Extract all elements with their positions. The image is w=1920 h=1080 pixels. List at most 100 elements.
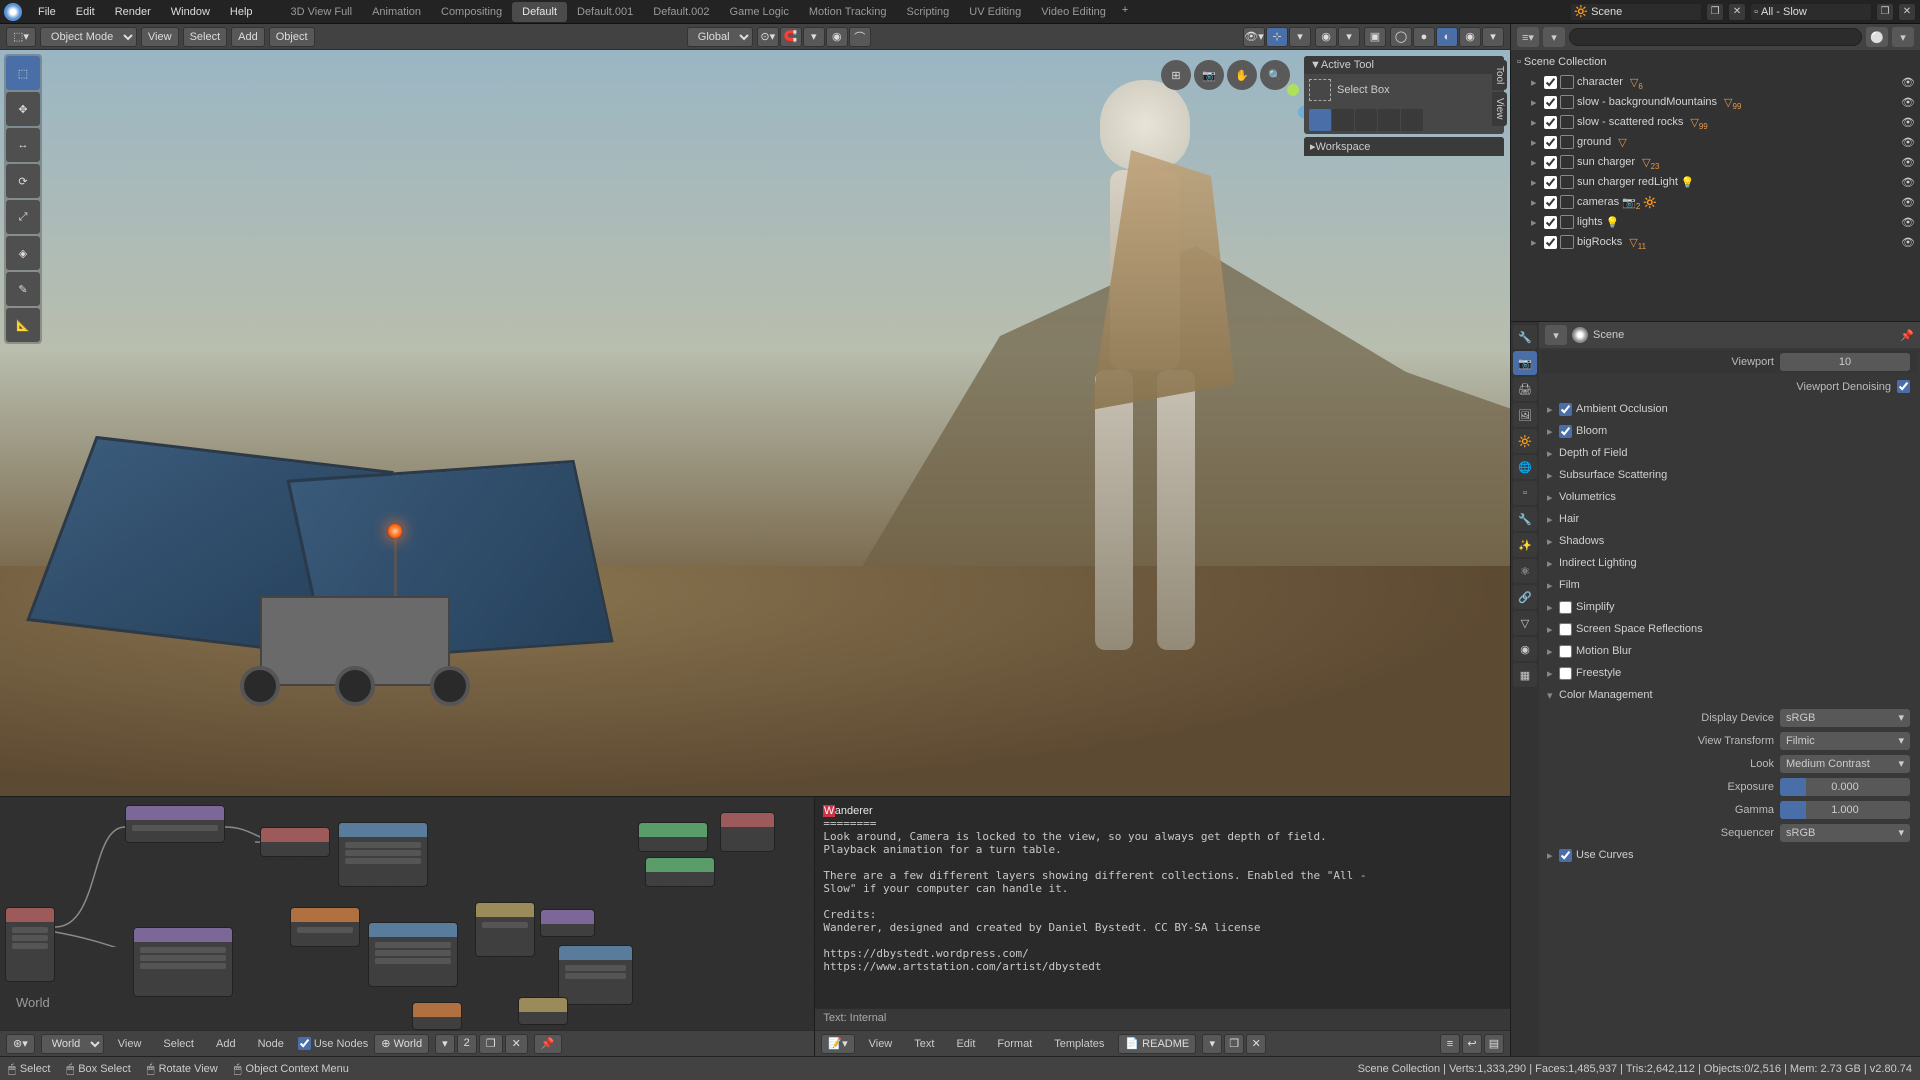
- te-menu-view[interactable]: View: [861, 1035, 901, 1053]
- panel-caret[interactable]: ▸: [1547, 645, 1559, 658]
- prop-tab-render[interactable]: 📷: [1513, 351, 1537, 375]
- workspace-tab[interactable]: UV Editing: [959, 2, 1031, 22]
- tool-scale[interactable]: ⤢: [6, 200, 40, 234]
- collection-enable-checkbox[interactable]: [1544, 236, 1557, 249]
- te-menu-edit[interactable]: Edit: [948, 1035, 983, 1053]
- filter-options-button[interactable]: ▾: [1892, 27, 1914, 47]
- panel-caret[interactable]: ▸: [1547, 623, 1559, 636]
- outliner-collection-row[interactable]: ▸bigRocks▽11👁: [1515, 232, 1916, 252]
- display-mode-button[interactable]: ▾: [1543, 27, 1565, 47]
- te-menu-text[interactable]: Text: [906, 1035, 942, 1053]
- node-editor-canvas[interactable]: World: [0, 797, 814, 1030]
- panel-enable-checkbox[interactable]: [1559, 425, 1572, 438]
- outliner-search-input[interactable]: [1569, 28, 1862, 46]
- gizmo-toggle-button[interactable]: ⊹: [1266, 27, 1288, 47]
- expand-arrow[interactable]: ▸: [1531, 196, 1541, 209]
- select-mode-intersect[interactable]: [1401, 109, 1423, 131]
- n-tab-view[interactable]: View: [1492, 92, 1507, 126]
- word-wrap-button[interactable]: ↩: [1462, 1034, 1482, 1054]
- visibility-toggle[interactable]: 👁: [1900, 196, 1916, 209]
- workspace-tab[interactable]: Compositing: [431, 2, 512, 22]
- tool-cursor[interactable]: ✥: [6, 92, 40, 126]
- menu-file[interactable]: File: [28, 2, 66, 22]
- editor-type-button[interactable]: 📝▾: [821, 1034, 854, 1054]
- xray-button[interactable]: ▣: [1364, 27, 1386, 47]
- node[interactable]: [475, 902, 535, 957]
- datablock-unlink[interactable]: ✕: [505, 1034, 528, 1054]
- workspace-tab-active[interactable]: Default: [512, 2, 567, 22]
- tool-select-box[interactable]: ⬚: [6, 56, 40, 90]
- vp-menu-view[interactable]: View: [141, 27, 179, 47]
- editor-type-button[interactable]: ≡▾: [1517, 27, 1539, 47]
- viewlayer-selector[interactable]: ▫: [1750, 3, 1872, 21]
- scene-name-input[interactable]: [1588, 4, 1698, 20]
- visibility-toggle[interactable]: 👁: [1900, 216, 1916, 229]
- text-editor-body[interactable]: Wanderer ======== Look around, Camera is…: [815, 797, 1510, 1008]
- prop-tab-modifier[interactable]: 🔧: [1513, 507, 1537, 531]
- prop-tab-tool[interactable]: 🔧: [1513, 325, 1537, 349]
- visibility-toggle[interactable]: 👁: [1900, 76, 1916, 89]
- pin-icon[interactable]: 📌: [1900, 329, 1914, 342]
- expand-arrow[interactable]: ▸: [1531, 116, 1541, 129]
- cm-value-field[interactable]: 1.000: [1780, 801, 1910, 819]
- node[interactable]: [133, 927, 233, 997]
- collection-enable-checkbox[interactable]: [1544, 116, 1557, 129]
- datablock-new[interactable]: ❐: [479, 1034, 503, 1054]
- scene-selector[interactable]: 🔆: [1570, 3, 1702, 21]
- cm-value-field[interactable]: sRGB ▾: [1780, 824, 1910, 842]
- ne-menu-view[interactable]: View: [110, 1035, 150, 1053]
- ne-menu-node[interactable]: Node: [250, 1035, 292, 1053]
- menu-render[interactable]: Render: [105, 2, 161, 22]
- editor-type-button[interactable]: ▾: [1545, 325, 1567, 345]
- node[interactable]: [558, 945, 633, 1005]
- pin-button[interactable]: 📌: [534, 1034, 562, 1054]
- overlay-toggle-button[interactable]: ◉: [1315, 27, 1337, 47]
- props-panel-row[interactable]: ▸Motion Blur: [1541, 640, 1918, 662]
- syntax-button[interactable]: ▤: [1484, 1034, 1504, 1054]
- menu-window[interactable]: Window: [161, 2, 220, 22]
- visibility-toggle[interactable]: 👁: [1900, 116, 1916, 129]
- te-menu-format[interactable]: Format: [989, 1035, 1040, 1053]
- snap-options-button[interactable]: ▾: [803, 27, 825, 47]
- camera-view-button[interactable]: ⊞: [1161, 60, 1191, 90]
- select-mode-subtract[interactable]: [1355, 109, 1377, 131]
- workspace-tab[interactable]: Game Logic: [720, 2, 799, 22]
- tool-transform[interactable]: ◈: [6, 236, 40, 270]
- node[interactable]: [5, 907, 55, 982]
- tool-annotate[interactable]: ✎: [6, 272, 40, 306]
- workspace-tab[interactable]: Animation: [362, 2, 431, 22]
- cm-value-field[interactable]: Medium Contrast ▾: [1780, 755, 1910, 773]
- panel-caret[interactable]: ▸: [1547, 513, 1559, 526]
- collection-enable-checkbox[interactable]: [1544, 136, 1557, 149]
- visibility-toggle[interactable]: 👁: [1900, 236, 1916, 249]
- ne-menu-add[interactable]: Add: [208, 1035, 244, 1053]
- vp-menu-add[interactable]: Add: [231, 27, 265, 47]
- outliner-collection-row[interactable]: ▸sun charger▽23👁: [1515, 152, 1916, 172]
- shading-lookdev-button[interactable]: ◐: [1436, 27, 1458, 47]
- viewlayer-new-button[interactable]: ❐: [1876, 3, 1894, 21]
- panel-caret[interactable]: ▸: [1547, 557, 1559, 570]
- visibility-toggle[interactable]: 👁: [1900, 136, 1916, 149]
- zoom-button[interactable]: 🔍: [1260, 60, 1290, 90]
- outliner-collection-row[interactable]: ▸character▽6👁: [1515, 72, 1916, 92]
- te-menu-templates[interactable]: Templates: [1046, 1035, 1112, 1053]
- node[interactable]: [290, 907, 360, 947]
- prop-tab-constraint[interactable]: 🔗: [1513, 585, 1537, 609]
- props-panel-row[interactable]: ▸Volumetrics: [1541, 486, 1918, 508]
- prop-tab-object[interactable]: ▫: [1513, 481, 1537, 505]
- select-mode-new[interactable]: [1309, 109, 1331, 131]
- workspace-tab[interactable]: Motion Tracking: [799, 2, 897, 22]
- expand-arrow[interactable]: ▸: [1531, 216, 1541, 229]
- props-panel-row[interactable]: ▸Depth of Field: [1541, 442, 1918, 464]
- panel-enable-checkbox[interactable]: [1559, 601, 1572, 614]
- line-numbers-button[interactable]: ≡: [1440, 1034, 1460, 1054]
- select-mode-extend[interactable]: [1332, 109, 1354, 131]
- visibility-toggle[interactable]: 👁: [1900, 96, 1916, 109]
- prop-tab-texture[interactable]: ▦: [1513, 663, 1537, 687]
- expand-arrow[interactable]: ▸: [1531, 176, 1541, 189]
- panel-enable-checkbox[interactable]: [1559, 403, 1572, 416]
- visibility-button[interactable]: 👁▾: [1243, 27, 1265, 47]
- scene-new-button[interactable]: ❐: [1706, 3, 1724, 21]
- shading-render-button[interactable]: ◉: [1459, 27, 1481, 47]
- prop-tab-data[interactable]: ▽: [1513, 611, 1537, 635]
